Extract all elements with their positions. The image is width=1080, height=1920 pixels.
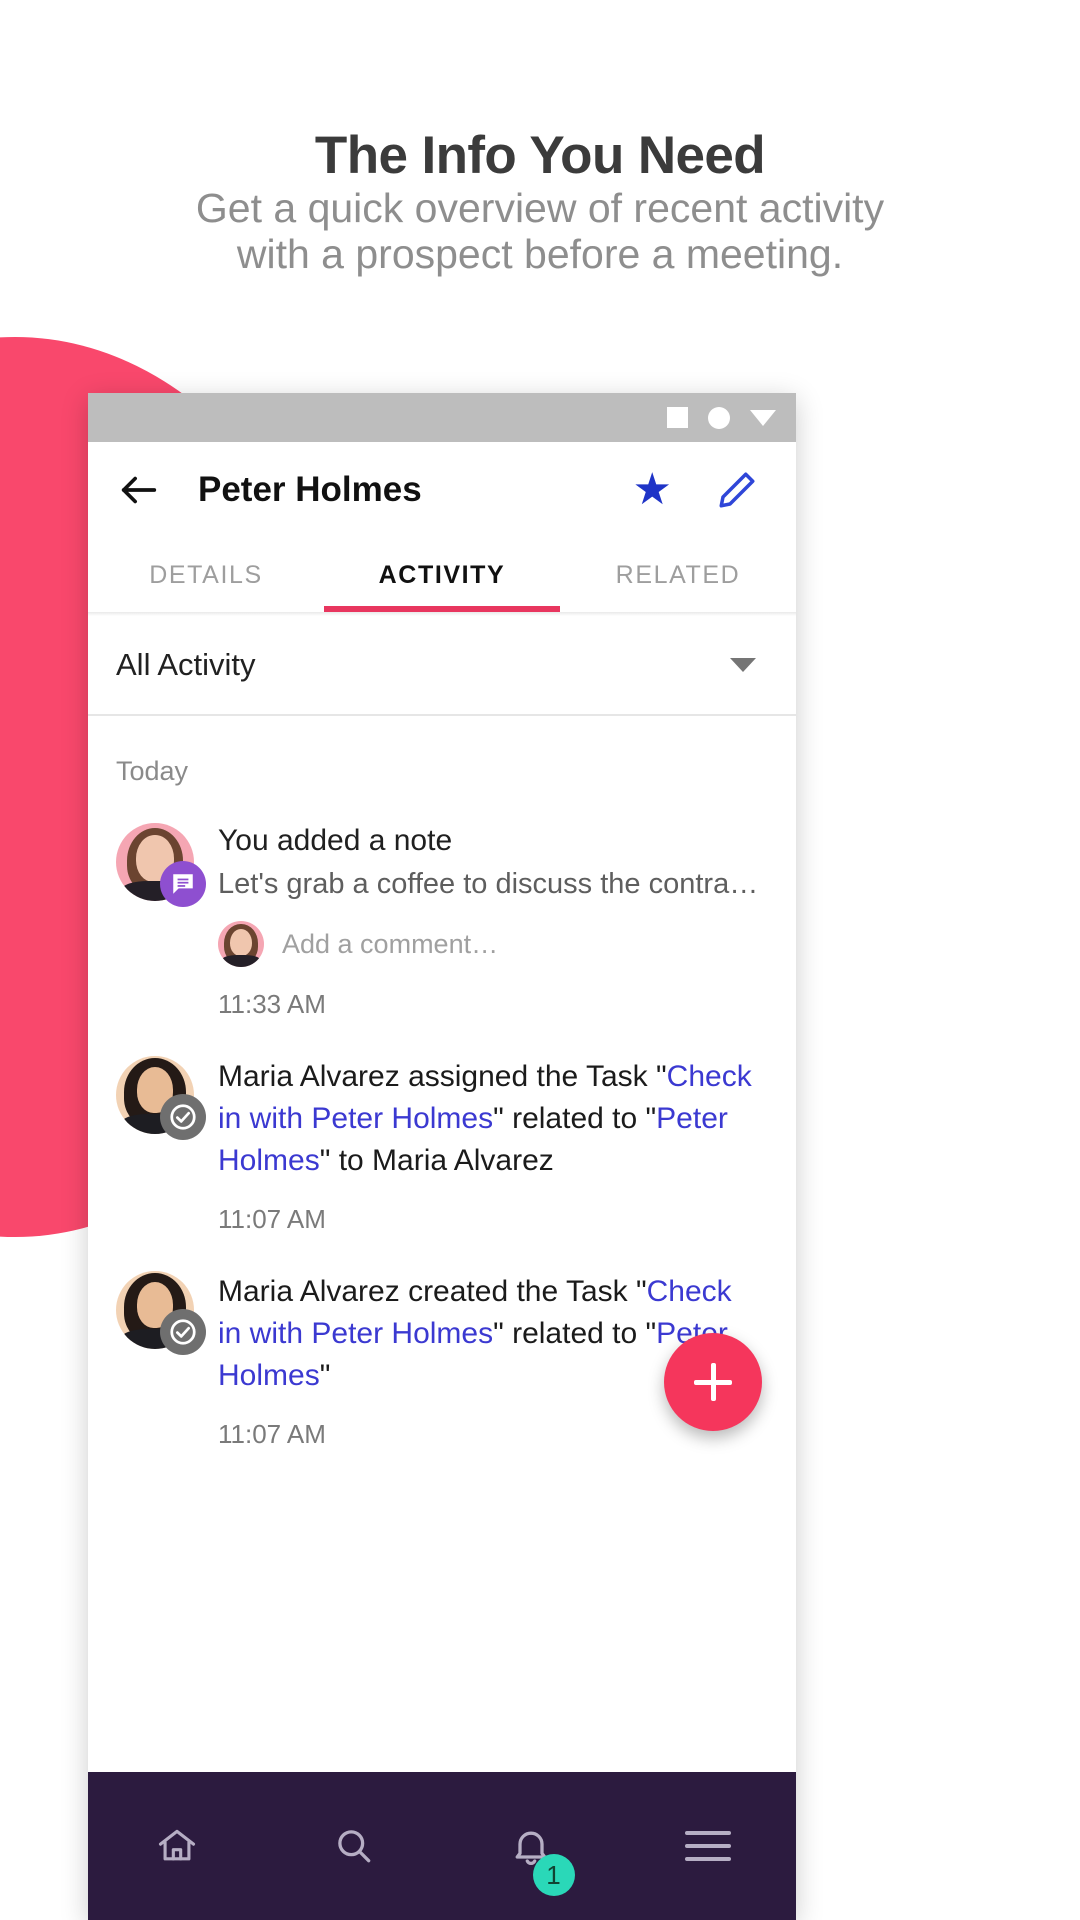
arrow-left-icon[interactable] [116, 467, 162, 513]
triangle-down-icon [750, 409, 776, 426]
activity-filter[interactable]: All Activity [88, 616, 796, 716]
avatar-wrap [116, 823, 206, 907]
status-bar [88, 393, 796, 442]
nav-item-home[interactable] [88, 1824, 265, 1868]
home-icon [158, 1829, 195, 1861]
pencil-icon[interactable] [716, 469, 758, 511]
activity-time: 11:33 AM [218, 989, 326, 1020]
activity-filter-label: All Activity [116, 647, 256, 682]
app-bar: Peter Holmes ★ [88, 442, 796, 538]
bottom-navigation: 1 [88, 1772, 796, 1920]
tab-related[interactable]: RELATED [560, 538, 796, 612]
chevron-down-icon[interactable] [730, 658, 756, 672]
list-item-body: Maria Alvarez assigned the Task "Check i… [218, 1056, 762, 1235]
add-comment-row[interactable]: Add a comment… [218, 921, 762, 968]
plus-icon-vertical [710, 1363, 716, 1401]
activity-text: " related to " [493, 1317, 657, 1351]
activity-text: " to Maria Alvarez [319, 1144, 554, 1178]
add-button[interactable] [664, 1333, 762, 1431]
list-item[interactable]: You added a note Let's grab a coffee to … [88, 787, 796, 1020]
circle-icon [708, 406, 730, 429]
app-store-screenshot: The Info You Need Get a quick overview o… [0, 0, 1080, 1920]
activity-subtitle: Let's grab a coffee to discuss the contr… [218, 868, 762, 901]
avatar [218, 921, 264, 968]
nav-item-search[interactable] [265, 1824, 442, 1868]
page-title: The Info You Need [314, 126, 766, 185]
activity-text: " related to " [493, 1102, 657, 1136]
notification-badge: 1 [532, 1854, 575, 1896]
phone-mockup: Peter Holmes ★ DETAILS ACTIVITY RELATED … [88, 393, 796, 1920]
activity-text: Maria Alvarez created the Task " [218, 1275, 647, 1309]
square-icon [667, 407, 688, 428]
add-comment-placeholder[interactable]: Add a comment… [282, 929, 498, 960]
nav-item-notifications[interactable]: 1 [442, 1824, 619, 1896]
activity-description: Maria Alvarez assigned the Task "Check i… [218, 1056, 762, 1182]
star-icon[interactable]: ★ [633, 468, 672, 512]
tab-bar: DETAILS ACTIVITY RELATED [88, 538, 796, 612]
list-item[interactable]: Maria Alvarez assigned the Task "Check i… [88, 1020, 796, 1235]
page-title-contact: Peter Holmes [198, 470, 422, 509]
check-circle-icon [160, 1309, 206, 1356]
activity-title: You added a note [218, 824, 453, 857]
activity-text: Maria Alvarez assigned the Task " [218, 1060, 667, 1094]
avatar-wrap [116, 1056, 206, 1141]
tab-details[interactable]: DETAILS [88, 538, 324, 612]
activity-time: 11:07 AM [218, 1204, 326, 1235]
tab-activity[interactable]: ACTIVITY [324, 538, 560, 612]
activity-time: 11:07 AM [218, 1419, 326, 1450]
nav-item-menu[interactable] [619, 1822, 796, 1870]
list-item-body: You added a note Let's grab a coffee to … [218, 823, 762, 1020]
activity-text: " [319, 1359, 331, 1393]
page-subtitle-line2: with a prospect before a meeting. [236, 230, 844, 277]
avatar-wrap [116, 1271, 206, 1356]
search-icon [337, 1830, 370, 1863]
check-circle-icon [160, 1094, 206, 1141]
page-subtitle: Get a quick overview of recent activity … [90, 185, 990, 278]
activity-day-label: Today [116, 756, 189, 786]
app-bar-actions: ★ [633, 468, 768, 512]
tab-active-indicator [323, 606, 560, 612]
activity-list[interactable]: Today You added a note Let's grab a coff… [88, 716, 796, 1473]
note-icon [160, 861, 206, 907]
menu-icon[interactable] [684, 1822, 731, 1870]
page-subtitle-line1: Get a quick overview of recent activity [195, 185, 885, 231]
